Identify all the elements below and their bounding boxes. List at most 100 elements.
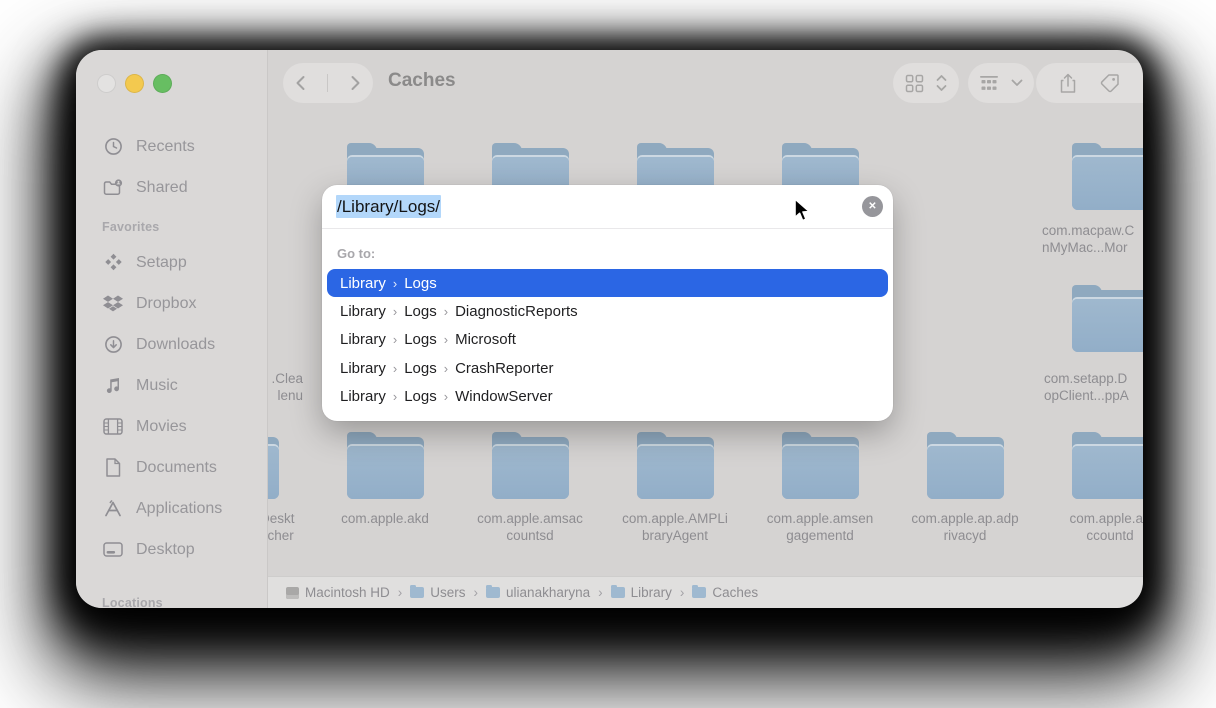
suggestion-list: Library › Logs Library › Logs › DiagnosticRepor…	[322, 267, 893, 413]
traffic-lights	[97, 74, 172, 93]
sidebar-item-music[interactable]: Music	[76, 365, 267, 406]
breadcrumb-separator: ›	[398, 585, 403, 600]
close-icon[interactable]: ✕	[862, 196, 883, 217]
path-segment: CrashReporter	[455, 360, 553, 377]
breadcrumb-separator: ›	[680, 585, 685, 600]
close-window-button[interactable]	[97, 74, 116, 93]
sidebar-item-label: Recents	[136, 138, 195, 156]
folder-icon	[692, 587, 706, 598]
document-icon	[102, 457, 124, 479]
sidebar-item-label: Applications	[136, 500, 222, 518]
path-segment: Logs	[404, 360, 437, 377]
folder-label: com.macpaw.C nMyMac...Mor	[1042, 222, 1143, 256]
path-segment: Library	[340, 331, 386, 348]
sidebar-item-desktop[interactable]: Desktop	[76, 529, 267, 570]
folder-label: .Clea lenu	[268, 370, 303, 404]
dropbox-icon	[102, 293, 124, 315]
folder-icon[interactable]	[1072, 290, 1144, 352]
breadcrumb-separator: ›	[444, 389, 448, 404]
applications-icon	[102, 498, 124, 520]
folder-icon[interactable]	[1072, 148, 1144, 210]
sidebar-item-recents[interactable]: Recents	[76, 126, 267, 167]
sidebar-item-movies[interactable]: Movies	[76, 406, 267, 447]
suggestion-row[interactable]: Library›Logs›CrashReporter	[327, 354, 888, 382]
sidebar-locations-header: Locations	[76, 584, 163, 608]
folder-label: com.apple.amsengagementd	[750, 510, 890, 544]
path-segment: Logs	[404, 388, 437, 405]
folder-label: com.apple.AMPLibraryAgent	[605, 510, 745, 544]
sidebar-item-label: Shared	[136, 179, 188, 197]
breadcrumb-separator: ›	[444, 304, 448, 319]
folder-label: com.setapp.D opClient...ppA	[1044, 370, 1143, 404]
path-segment: Library	[340, 360, 386, 377]
sidebar: Recents Shared Favorites Setapp	[76, 50, 268, 608]
clock-icon	[102, 136, 124, 158]
folder-label: com.apple.apccountd	[1040, 510, 1143, 544]
breadcrumb-separator: ›	[444, 332, 448, 347]
sidebar-item-dropbox[interactable]: Dropbox	[76, 283, 267, 324]
path-bar-item[interactable]: Users	[410, 585, 465, 600]
sidebar-item-label: Setapp	[136, 254, 187, 272]
path-bar-item[interactable]: ulianakharyna	[486, 585, 590, 600]
path-segment: Library	[340, 275, 386, 292]
folder-label: com.apple.ap.adprivacyd	[895, 510, 1035, 544]
path-segment: Logs	[404, 303, 437, 320]
suggestion-row[interactable]: Library›Logs›WindowServer	[327, 383, 888, 411]
folder-icon[interactable]	[268, 437, 279, 499]
folder-icon[interactable]	[1072, 437, 1144, 499]
path-segment: Logs	[404, 275, 437, 292]
path-bar-item[interactable]: Caches	[692, 585, 758, 600]
path-segment: WindowServer	[455, 388, 553, 405]
mouse-cursor	[793, 198, 817, 229]
folder-icon[interactable]	[347, 437, 424, 499]
path-segment: DiagnosticReports	[455, 303, 578, 320]
breadcrumb-separator: ›	[598, 585, 603, 600]
folder-icon	[410, 587, 424, 598]
breadcrumb-separator: ›	[444, 361, 448, 376]
zoom-window-button[interactable]	[153, 74, 172, 93]
sidebar-item-shared[interactable]: Shared	[76, 167, 267, 208]
path-bar-item[interactable]: Macintosh HD	[286, 585, 390, 600]
sidebar-item-label: Downloads	[136, 336, 215, 354]
shared-folder-icon	[102, 177, 124, 199]
screen: Recents Shared Favorites Setapp	[0, 0, 1216, 708]
path-bar: Macintosh HD › Users › ulianakharyna › Library…	[268, 576, 1143, 608]
folder-icon	[611, 587, 625, 598]
suggestion-row[interactable]: Library › Logs › Microsoft	[327, 326, 888, 354]
path-bar-label: Users	[430, 585, 465, 600]
sidebar-item-documents[interactable]: Documents	[76, 447, 267, 488]
folder-label: Deskt ncher	[268, 510, 380, 544]
path-bar-item[interactable]: Library	[611, 585, 672, 600]
sidebar-item-downloads[interactable]: Downloads	[76, 324, 267, 365]
folder-icon[interactable]	[782, 437, 859, 499]
breadcrumb-separator: ›	[393, 389, 397, 404]
sidebar-favorites-header: Favorites	[76, 208, 267, 242]
go-to-label: Go to:	[322, 229, 893, 267]
breadcrumb-separator: ›	[393, 276, 397, 291]
sidebar-item-applications[interactable]: Applications	[76, 488, 267, 529]
path-bar-label: ulianakharyna	[506, 585, 590, 600]
setapp-icon	[102, 252, 124, 274]
sidebar-item-label: Documents	[136, 459, 217, 477]
folder-icon[interactable]	[492, 437, 569, 499]
path-bar-label: Library	[631, 585, 672, 600]
path-input-value: /Library/Logs/	[336, 195, 441, 218]
path-segment: Library	[340, 303, 386, 320]
sidebar-list: Recents Shared Favorites Setapp	[76, 126, 267, 570]
suggestion-row[interactable]: Library›Logs›DiagnosticReports	[327, 297, 888, 325]
path-segment: Logs	[404, 331, 437, 348]
breadcrumb-separator: ›	[474, 585, 479, 600]
film-icon	[102, 416, 124, 438]
breadcrumb-separator: ›	[393, 332, 397, 347]
folder-icon[interactable]	[927, 437, 1004, 499]
suggestion-row[interactable]: Library › Logs	[327, 269, 888, 297]
folder-label: com.apple.amsaccountsd	[460, 510, 600, 544]
path-segment: Microsoft	[455, 331, 516, 348]
music-note-icon	[102, 375, 124, 397]
minimize-window-button[interactable]	[125, 74, 144, 93]
sidebar-item-setapp[interactable]: Setapp	[76, 242, 267, 283]
path-bar-label: Caches	[712, 585, 758, 600]
folder-icon	[486, 587, 500, 598]
folder-icon[interactable]	[637, 437, 714, 499]
path-bar-label: Macintosh HD	[305, 585, 390, 600]
